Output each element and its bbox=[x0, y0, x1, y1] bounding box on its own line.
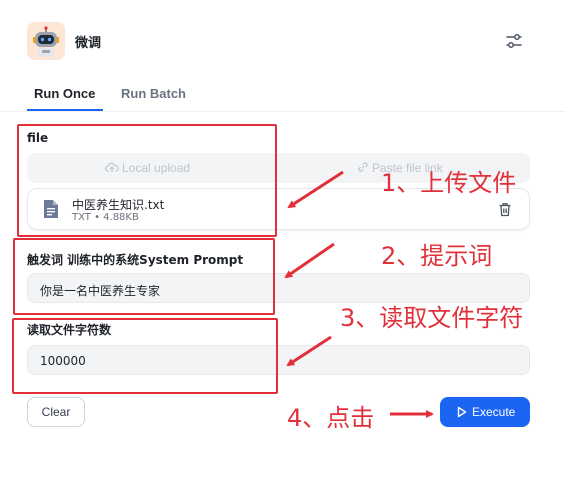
annotation-step-3: 3、读取文件字符 bbox=[340, 304, 524, 332]
annotation-step-1: 1、上传文件 bbox=[381, 169, 517, 197]
annotation-step-4: 4、点击 bbox=[287, 404, 375, 432]
annotation-step-2: 2、提示词 bbox=[381, 242, 493, 270]
